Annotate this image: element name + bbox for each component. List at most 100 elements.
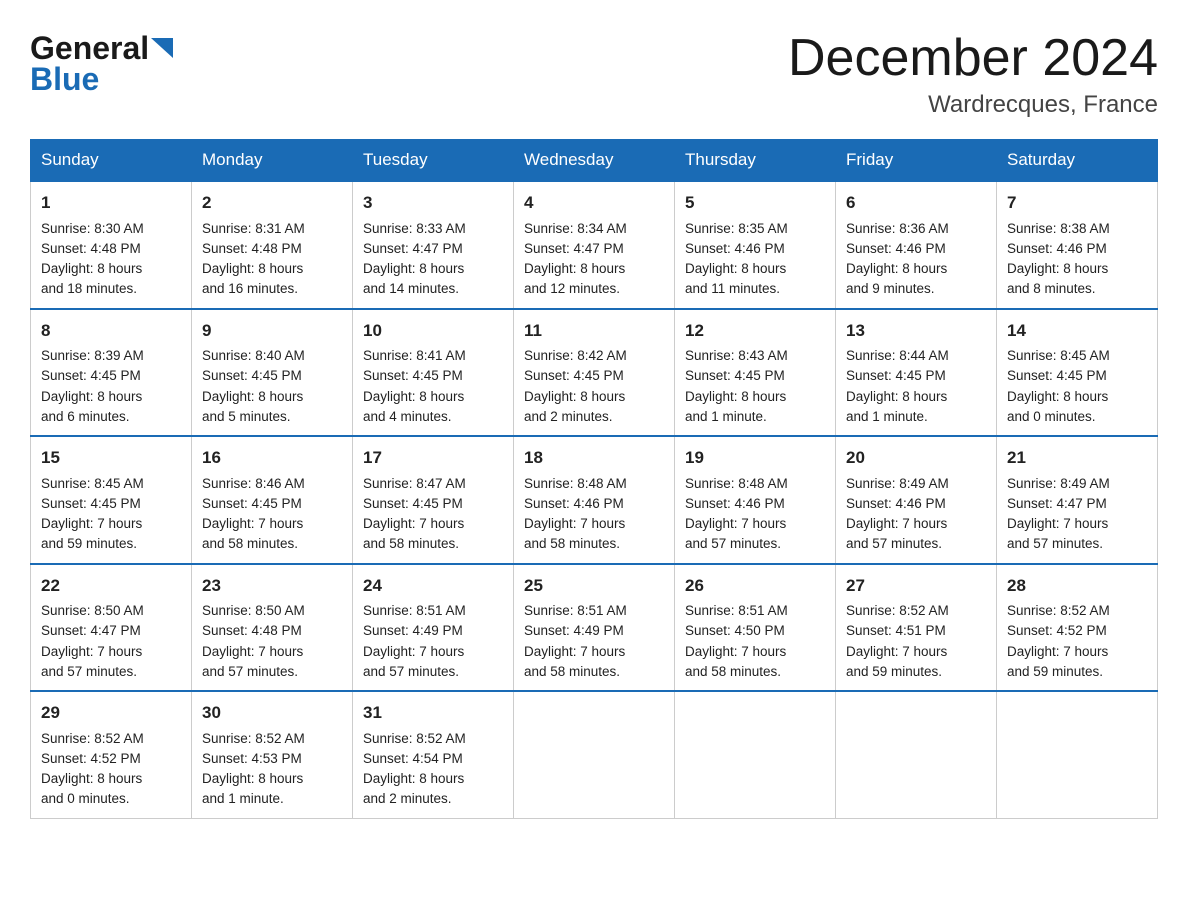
daylight-minutes-text: and 0 minutes. <box>1007 409 1096 424</box>
calendar-cell: 31 Sunrise: 8:52 AM Sunset: 4:54 PM Dayl… <box>353 691 514 818</box>
daylight-minutes-text: and 57 minutes. <box>202 664 298 679</box>
daylight-text: Daylight: 7 hours <box>1007 516 1108 531</box>
col-wednesday: Wednesday <box>514 140 675 182</box>
sunrise-text: Sunrise: 8:31 AM <box>202 221 305 236</box>
sunset-text: Sunset: 4:48 PM <box>202 623 302 638</box>
calendar-cell: 5 Sunrise: 8:35 AM Sunset: 4:46 PM Dayli… <box>675 181 836 309</box>
daylight-text: Daylight: 8 hours <box>524 389 625 404</box>
daylight-minutes-text: and 57 minutes. <box>1007 536 1103 551</box>
daylight-text: Daylight: 7 hours <box>41 516 142 531</box>
day-number: 9 <box>202 318 342 344</box>
calendar-cell: 24 Sunrise: 8:51 AM Sunset: 4:49 PM Dayl… <box>353 564 514 692</box>
daylight-minutes-text: and 0 minutes. <box>41 791 130 806</box>
calendar-cell: 3 Sunrise: 8:33 AM Sunset: 4:47 PM Dayli… <box>353 181 514 309</box>
sunset-text: Sunset: 4:47 PM <box>1007 496 1107 511</box>
calendar-cell: 4 Sunrise: 8:34 AM Sunset: 4:47 PM Dayli… <box>514 181 675 309</box>
sunrise-text: Sunrise: 8:51 AM <box>524 603 627 618</box>
sunset-text: Sunset: 4:46 PM <box>846 241 946 256</box>
daylight-minutes-text: and 1 minute. <box>202 791 284 806</box>
calendar-cell <box>675 691 836 818</box>
calendar-cell: 30 Sunrise: 8:52 AM Sunset: 4:53 PM Dayl… <box>192 691 353 818</box>
calendar-cell: 1 Sunrise: 8:30 AM Sunset: 4:48 PM Dayli… <box>31 181 192 309</box>
daylight-text: Daylight: 8 hours <box>202 389 303 404</box>
calendar-week-row-4: 22 Sunrise: 8:50 AM Sunset: 4:47 PM Dayl… <box>31 564 1158 692</box>
day-number: 27 <box>846 573 986 599</box>
sunrise-text: Sunrise: 8:30 AM <box>41 221 144 236</box>
day-number: 14 <box>1007 318 1147 344</box>
daylight-text: Daylight: 7 hours <box>202 516 303 531</box>
daylight-text: Daylight: 8 hours <box>41 771 142 786</box>
sunrise-text: Sunrise: 8:49 AM <box>846 476 949 491</box>
calendar-cell: 27 Sunrise: 8:52 AM Sunset: 4:51 PM Dayl… <box>836 564 997 692</box>
daylight-minutes-text: and 58 minutes. <box>685 664 781 679</box>
daylight-text: Daylight: 8 hours <box>1007 389 1108 404</box>
calendar-cell: 20 Sunrise: 8:49 AM Sunset: 4:46 PM Dayl… <box>836 436 997 564</box>
daylight-text: Daylight: 7 hours <box>685 644 786 659</box>
daylight-text: Daylight: 8 hours <box>363 771 464 786</box>
sunset-text: Sunset: 4:47 PM <box>363 241 463 256</box>
calendar-cell: 11 Sunrise: 8:42 AM Sunset: 4:45 PM Dayl… <box>514 309 675 437</box>
daylight-text: Daylight: 8 hours <box>1007 261 1108 276</box>
sunset-text: Sunset: 4:45 PM <box>202 368 302 383</box>
sunset-text: Sunset: 4:45 PM <box>685 368 785 383</box>
sunset-text: Sunset: 4:46 PM <box>524 496 624 511</box>
sunset-text: Sunset: 4:45 PM <box>202 496 302 511</box>
day-number: 6 <box>846 190 986 216</box>
calendar-cell: 21 Sunrise: 8:49 AM Sunset: 4:47 PM Dayl… <box>997 436 1158 564</box>
sunset-text: Sunset: 4:45 PM <box>1007 368 1107 383</box>
sunset-text: Sunset: 4:50 PM <box>685 623 785 638</box>
day-number: 13 <box>846 318 986 344</box>
daylight-minutes-text: and 11 minutes. <box>685 281 780 296</box>
daylight-text: Daylight: 8 hours <box>846 261 947 276</box>
calendar-title: December 2024 <box>788 30 1158 87</box>
day-number: 22 <box>41 573 181 599</box>
daylight-text: Daylight: 7 hours <box>685 516 786 531</box>
sunrise-text: Sunrise: 8:45 AM <box>41 476 144 491</box>
sunset-text: Sunset: 4:45 PM <box>363 496 463 511</box>
col-monday: Monday <box>192 140 353 182</box>
sunrise-text: Sunrise: 8:49 AM <box>1007 476 1110 491</box>
calendar-week-row-3: 15 Sunrise: 8:45 AM Sunset: 4:45 PM Dayl… <box>31 436 1158 564</box>
daylight-minutes-text: and 57 minutes. <box>41 664 137 679</box>
sunrise-text: Sunrise: 8:36 AM <box>846 221 949 236</box>
sunset-text: Sunset: 4:45 PM <box>524 368 624 383</box>
day-number: 16 <box>202 445 342 471</box>
sunrise-text: Sunrise: 8:51 AM <box>363 603 466 618</box>
sunset-text: Sunset: 4:45 PM <box>41 496 141 511</box>
day-number: 3 <box>363 190 503 216</box>
sunset-text: Sunset: 4:46 PM <box>685 496 785 511</box>
daylight-text: Daylight: 8 hours <box>524 261 625 276</box>
daylight-minutes-text: and 2 minutes. <box>363 791 452 806</box>
col-friday: Friday <box>836 140 997 182</box>
sunset-text: Sunset: 4:47 PM <box>41 623 141 638</box>
sunset-text: Sunset: 4:53 PM <box>202 751 302 766</box>
sunset-text: Sunset: 4:52 PM <box>1007 623 1107 638</box>
calendar-cell: 28 Sunrise: 8:52 AM Sunset: 4:52 PM Dayl… <box>997 564 1158 692</box>
logo: General Blue <box>30 30 173 95</box>
daylight-minutes-text: and 59 minutes. <box>1007 664 1103 679</box>
calendar-cell: 16 Sunrise: 8:46 AM Sunset: 4:45 PM Dayl… <box>192 436 353 564</box>
calendar-cell: 26 Sunrise: 8:51 AM Sunset: 4:50 PM Dayl… <box>675 564 836 692</box>
calendar-cell: 7 Sunrise: 8:38 AM Sunset: 4:46 PM Dayli… <box>997 181 1158 309</box>
daylight-text: Daylight: 7 hours <box>363 516 464 531</box>
day-number: 2 <box>202 190 342 216</box>
sunset-text: Sunset: 4:54 PM <box>363 751 463 766</box>
day-number: 31 <box>363 700 503 726</box>
daylight-text: Daylight: 8 hours <box>363 261 464 276</box>
sunrise-text: Sunrise: 8:33 AM <box>363 221 466 236</box>
sunset-text: Sunset: 4:45 PM <box>846 368 946 383</box>
calendar-cell: 2 Sunrise: 8:31 AM Sunset: 4:48 PM Dayli… <box>192 181 353 309</box>
daylight-text: Daylight: 7 hours <box>202 644 303 659</box>
sunrise-text: Sunrise: 8:39 AM <box>41 348 144 363</box>
logo-blue-text: Blue <box>30 63 99 95</box>
calendar-cell <box>514 691 675 818</box>
sunset-text: Sunset: 4:46 PM <box>846 496 946 511</box>
calendar-cell: 18 Sunrise: 8:48 AM Sunset: 4:46 PM Dayl… <box>514 436 675 564</box>
day-number: 18 <box>524 445 664 471</box>
sunrise-text: Sunrise: 8:51 AM <box>685 603 788 618</box>
day-number: 23 <box>202 573 342 599</box>
calendar-cell <box>836 691 997 818</box>
sunrise-text: Sunrise: 8:38 AM <box>1007 221 1110 236</box>
sunrise-text: Sunrise: 8:34 AM <box>524 221 627 236</box>
daylight-text: Daylight: 8 hours <box>685 389 786 404</box>
